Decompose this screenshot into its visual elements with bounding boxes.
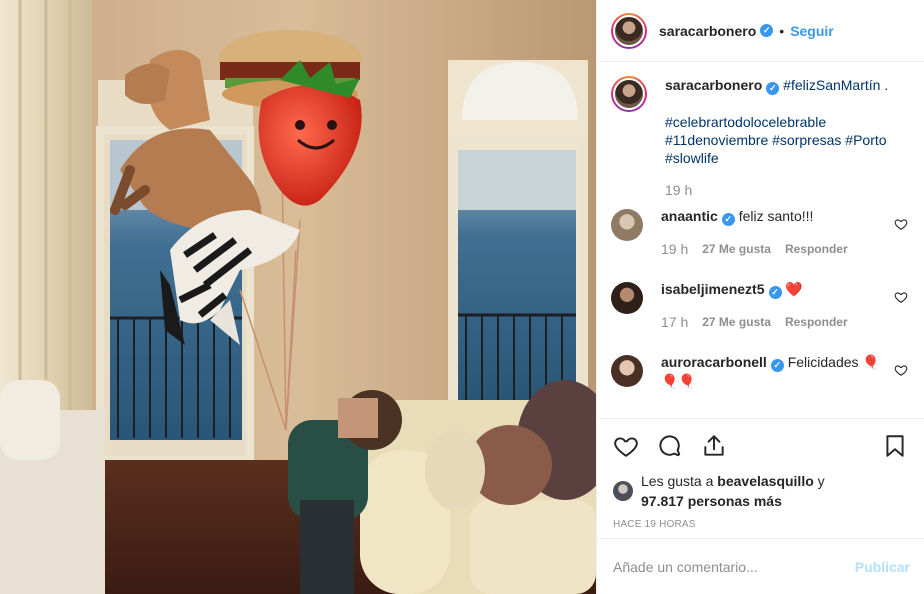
caption-hashtags[interactable]: #celebrartodolocelebrable #11denoviembre… [665,113,895,167]
post-side-panel: saracarbonero ✓ • Seguir saracarbonero ✓ … [596,0,924,594]
heart-icon[interactable] [613,433,639,459]
comment-text: feliz santo!!! [738,208,814,224]
liked-by-join: y [817,473,825,489]
likes-summary: Les gusta a beavelasquillo y 97.817 pers… [613,471,908,511]
post-time-ago[interactable]: HACE 19 HORAS [613,519,908,530]
comment-item: auroracarbonell ✓ Felicidades 🎈🎈🎈 [611,353,910,390]
comment-username[interactable]: isabeljimenezt5 [661,281,765,297]
liker-avatar[interactable] [613,481,633,501]
publish-button[interactable]: Publicar [855,559,910,575]
comment-input[interactable] [613,558,855,575]
caption-avatar[interactable] [611,76,647,112]
comment-like-heart-icon[interactable] [894,363,908,377]
commenter-avatar[interactable] [611,355,643,387]
separator-dot: • [779,22,785,39]
caption-hashtag[interactable]: #felizSanMartín . [783,77,888,93]
comment-time[interactable]: 19 h [661,240,688,258]
comments-list[interactable]: saracarbonero ✓ #felizSanMartín . #celebr… [597,62,924,418]
commenter-avatar[interactable] [611,209,643,241]
add-comment-bar: Publicar [597,538,924,594]
caption-body: saracarbonero ✓ #felizSanMartín . #celebr… [665,76,895,199]
liked-by-prefix: Les gusta a [641,473,714,489]
comment-item: isabeljimenezt5 ✓ ❤️ 17 h 27 Me gusta Res… [611,280,910,331]
photo-illustration [0,0,596,594]
comment-likes[interactable]: 27 Me gusta [702,240,771,258]
comment-body: isabeljimenezt5 ✓ ❤️ 17 h 27 Me gusta Res… [661,280,891,331]
comment-text: ❤️ [785,281,803,297]
commenter-avatar[interactable] [611,282,643,314]
comment-body: anaantic ✓ feliz santo!!! 19 h 27 Me gust… [661,207,891,258]
author-username[interactable]: saracarbonero [659,23,756,39]
comment-icon[interactable] [657,433,683,459]
comment-like-heart-icon[interactable] [894,290,908,304]
comment-item: anaantic ✓ feliz santo!!! 19 h 27 Me gust… [611,207,910,258]
verified-badge-icon: ✓ [721,213,735,226]
caption-time[interactable]: 19 h [665,181,692,199]
verified-badge-icon: ✓ [768,286,782,299]
post-actions: Les gusta a beavelasquillo y 97.817 pers… [597,418,924,538]
likes-count[interactable]: 97.817 personas más [641,493,782,509]
post-header: saracarbonero ✓ • Seguir [597,0,924,62]
reply-button[interactable]: Responder [785,240,848,258]
liked-by-user[interactable]: beavelasquillo [717,473,813,489]
action-icons [613,433,908,459]
author-avatar[interactable] [611,12,647,49]
comment-like-heart-icon[interactable] [894,217,908,231]
post-photo[interactable] [0,0,596,594]
verified-badge-icon: ✓ [760,24,774,37]
reply-button[interactable]: Responder [785,313,848,331]
comment-username[interactable]: anaantic [661,208,718,224]
share-icon[interactable] [701,433,727,459]
caption-username[interactable]: saracarbonero [665,77,762,93]
verified-badge-icon: ✓ [766,82,780,95]
caption: saracarbonero ✓ #felizSanMartín . #celebr… [611,76,910,199]
verified-badge-icon: ✓ [770,359,784,372]
comment-username[interactable]: auroracarbonell [661,354,767,370]
comment-likes[interactable]: 27 Me gusta [702,313,771,331]
bookmark-icon[interactable] [882,433,908,459]
comment-time[interactable]: 17 h [661,313,688,331]
comment-body: auroracarbonell ✓ Felicidades 🎈🎈🎈 [661,353,891,390]
follow-button[interactable]: Seguir [790,23,834,39]
